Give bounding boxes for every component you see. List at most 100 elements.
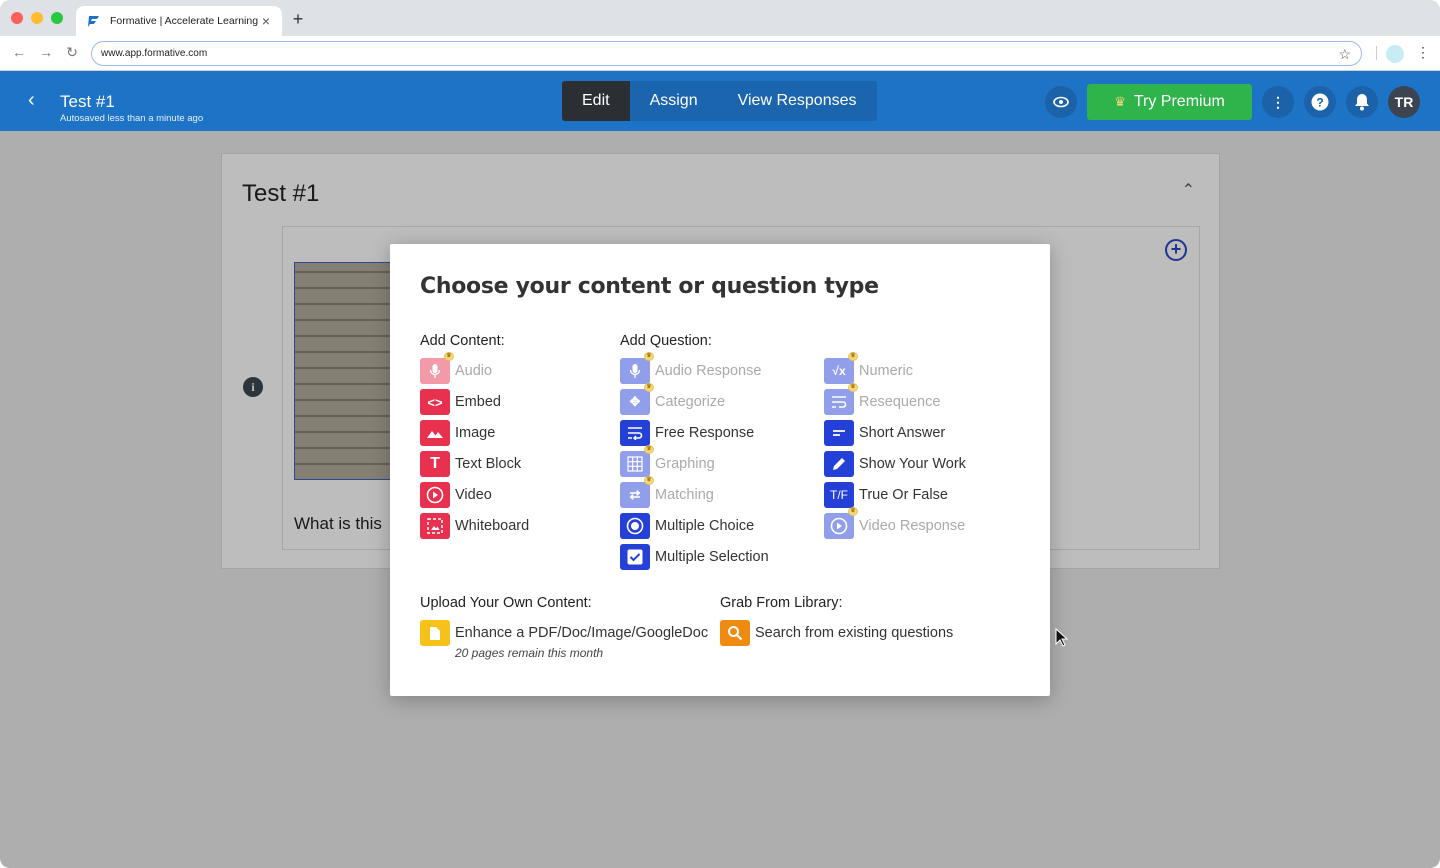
profile-avatar[interactable] [1386,45,1404,63]
tab-view-responses[interactable]: View Responses [718,81,877,121]
question-resequence[interactable]: ♛ Resequence [824,383,941,415]
multiple-choice-label: Multiple Choice [655,518,755,534]
question-short-answer[interactable]: Short Answer [824,420,945,446]
swap-arrows-icon: ⇄ ♛ [620,476,654,508]
address-bar: ← → ↻ www.app.formative.com ☆ ⋮ [0,36,1440,71]
audio-response-label: Audio Response [655,363,762,379]
question-true-or-false[interactable]: T/F True Or False [824,482,948,508]
question-categorize[interactable]: ✥ ♛ Categorize [620,383,726,415]
tab-title: Formative | Accelerate Learning [110,15,259,27]
content-video-label: Video [455,487,492,503]
back-chevron-icon[interactable]: ‹ [28,89,35,112]
radio-button-icon [620,513,650,539]
question-free-response[interactable]: Free Response [620,420,754,446]
content-embed[interactable]: <> Embed [420,389,501,415]
upload-heading: Upload Your Own Content: [420,595,592,611]
square-root-icon: √x ♛ [824,352,858,384]
question-graphing[interactable]: ♛ Graphing [620,445,715,477]
browser-window: Formative | Accelerate Learning × + ← → … [0,0,1440,868]
content-type-modal: Choose your content or question type Add… [390,244,1050,696]
tab-bar: Formative | Accelerate Learning × + [0,0,1440,36]
content-audio-label: Audio [455,363,493,379]
try-premium-button[interactable]: ♛ Try Premium [1087,84,1252,120]
svg-text:?: ? [1316,96,1323,110]
new-tab-button[interactable]: + [288,9,308,30]
premium-crown-icon: ♛ [848,383,858,392]
question-matching[interactable]: ⇄ ♛ Matching [620,476,714,508]
question-bubble-icon: ? [1311,93,1329,111]
help-icon[interactable]: ? [1304,86,1336,118]
microphone-icon: ♛ [620,352,654,384]
url-input[interactable]: www.app.formative.com ☆ [91,41,1362,66]
tab-edit[interactable]: Edit [562,81,630,121]
formative-logo-icon [88,16,99,27]
question-multiple-choice[interactable]: Multiple Choice [620,513,754,539]
premium-crown-icon: ♛ [848,507,858,516]
reload-icon[interactable]: ↻ [62,44,82,61]
maximize-window-button[interactable] [51,12,63,24]
search-library-label: Search from existing questions [755,625,954,641]
library-heading: Grab From Library: [720,595,843,611]
pages-remaining-note: 20 pages remain this month [455,646,604,660]
url-text: www.app.formative.com [101,48,208,59]
graphing-label: Graphing [655,456,715,472]
free-response-label: Free Response [655,425,755,441]
content-embed-label: Embed [455,394,501,410]
autosave-status: Autosaved less than a minute ago [60,113,204,124]
question-show-your-work[interactable]: Show Your Work [824,451,966,477]
play-circle-icon [420,482,450,508]
tab-assign[interactable]: Assign [630,81,718,121]
short-answer-label: Short Answer [859,425,946,441]
matching-label: Matching [655,487,714,503]
show-your-work-label: Show Your Work [859,456,966,472]
mountain-image-icon [420,420,450,446]
true-false-icon: T/F [824,482,854,508]
microphone-icon: ♛ [420,352,454,384]
browser-menu-icon[interactable]: ⋮ [1416,44,1430,61]
question-audio-response[interactable]: ♛ Audio Response [620,352,762,384]
upload-document-option[interactable]: Enhance a PDF/Doc/Image/GoogleDoc [420,620,708,646]
mode-tabs: Edit Assign View Responses [562,81,877,121]
add-content-heading: Add Content: [420,333,505,349]
question-video-response[interactable]: ♛ Video Response [824,507,966,539]
preview-eye-icon[interactable] [1045,86,1077,118]
question-multiple-selection[interactable]: Multiple Selection [620,544,769,570]
play-circle-icon: ♛ [824,507,858,539]
more-options-icon[interactable]: ⋮ [1262,86,1294,118]
question-numeric[interactable]: √x ♛ Numeric [824,352,913,384]
categorize-label: Categorize [655,394,726,410]
checkbox-icon [620,544,650,570]
document-icon [420,620,450,646]
header-title: Test #1 [60,92,115,111]
modal-title: Choose your content or question type [420,274,879,299]
multiple-selection-label: Multiple Selection [655,549,769,565]
premium-crown-icon: ♛ [848,352,858,361]
numeric-label: Numeric [859,363,913,379]
tab-close-icon[interactable]: × [260,13,272,29]
search-icon [720,620,750,646]
content-audio[interactable]: ♛ Audio [420,352,493,384]
bookmark-star-icon[interactable]: ☆ [1338,46,1351,63]
eye-icon [1053,96,1069,108]
notifications-bell-icon[interactable] [1346,86,1378,118]
content-whiteboard[interactable]: Whiteboard [420,513,529,539]
content-image[interactable]: Image [420,420,495,446]
premium-crown-icon: ♛ [644,352,654,361]
forward-arrow-icon[interactable]: → [36,44,56,60]
close-window-button[interactable] [11,12,23,24]
back-arrow-icon[interactable]: ← [9,44,29,60]
crown-icon: ♛ [1114,94,1126,109]
true-or-false-label: True Or False [859,487,948,503]
grid-icon: ♛ [620,445,654,477]
minimize-window-button[interactable] [31,12,43,24]
content-video[interactable]: Video [420,482,492,508]
mouse-cursor-icon [1055,628,1069,647]
search-library-option[interactable]: Search from existing questions [720,620,953,646]
browser-tab[interactable]: Formative | Accelerate Learning × [76,6,282,36]
video-response-label: Video Response [859,518,966,534]
window-controls [11,12,63,24]
content-text-block[interactable]: T Text Block [420,451,521,477]
resequence-label: Resequence [859,394,941,410]
short-lines-icon [824,420,854,446]
user-avatar[interactable]: TR [1388,86,1420,118]
